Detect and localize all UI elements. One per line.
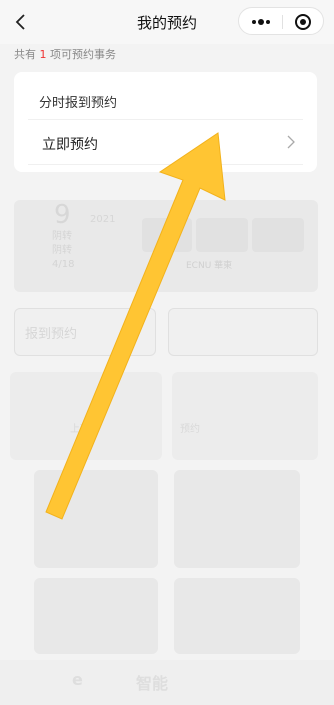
pointer-arrow-icon [45, 132, 226, 520]
